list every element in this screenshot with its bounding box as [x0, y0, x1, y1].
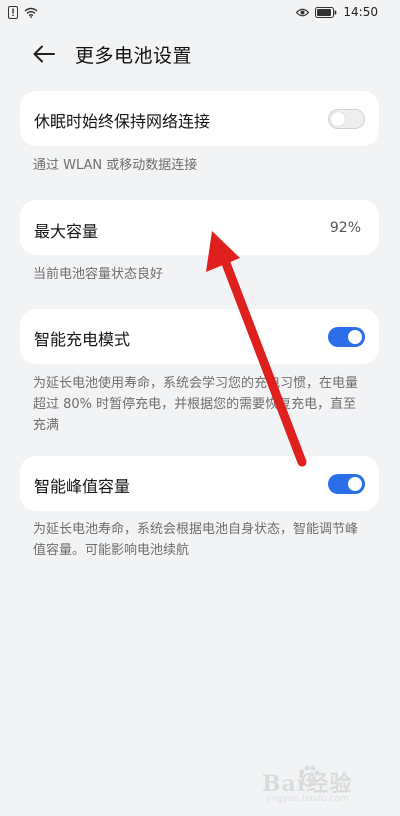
toggle-knob	[348, 477, 362, 491]
smart-charging-label: 智能充电模式	[34, 330, 131, 349]
status-right-icons: 14:50	[296, 5, 378, 19]
status-time: 14:50	[343, 5, 378, 19]
status-bar: 14:50	[0, 0, 400, 28]
watermark-url: jingyan.baidu.com	[266, 794, 350, 804]
battery-icon	[315, 6, 337, 18]
back-button[interactable]	[30, 40, 58, 68]
back-arrow-icon	[33, 45, 55, 63]
network-keep-label: 休眠时始终保持网络连接	[34, 112, 211, 131]
smart-charging-toggle[interactable]	[328, 327, 365, 347]
max-capacity-value: 92%	[329, 220, 361, 236]
max-capacity-label: 最大容量	[34, 222, 99, 241]
network-keep-description: 通过 WLAN 或移动数据连接	[33, 158, 198, 173]
baidu-jingyan-watermark: Bai经验 jingyan.baidu.com	[262, 760, 382, 808]
max-capacity-row: 最大容量 92%	[20, 200, 379, 255]
status-left-icons	[8, 6, 38, 19]
max-capacity-description: 当前电池容量状态良好	[33, 267, 164, 282]
network-keep-toggle[interactable]	[328, 109, 365, 129]
wifi-icon	[24, 7, 38, 18]
smart-peak-description: 为延长电池寿命，系统会根据电池自身状态，智能调节峰值容量。可能影响电池续航	[33, 522, 359, 558]
smart-peak-label: 智能峰值容量	[34, 477, 131, 496]
toggle-knob	[348, 330, 362, 344]
smart-charging-description: 为延长电池使用寿命，系统会学习您的充电习惯，在电量超过 80% 时暂停充电，并根…	[33, 376, 359, 433]
smart-peak-row[interactable]: 智能峰值容量	[20, 456, 379, 511]
smart-peak-toggle[interactable]	[328, 474, 365, 494]
notification-alert-icon	[8, 6, 18, 19]
page-header: 更多电池设置	[0, 36, 400, 72]
eye-comfort-icon	[296, 8, 310, 16]
smart-charging-row[interactable]: 智能充电模式	[20, 309, 379, 364]
page-title: 更多电池设置	[75, 45, 193, 67]
network-keep-row[interactable]: 休眠时始终保持网络连接	[20, 91, 379, 146]
toggle-knob	[331, 112, 345, 126]
